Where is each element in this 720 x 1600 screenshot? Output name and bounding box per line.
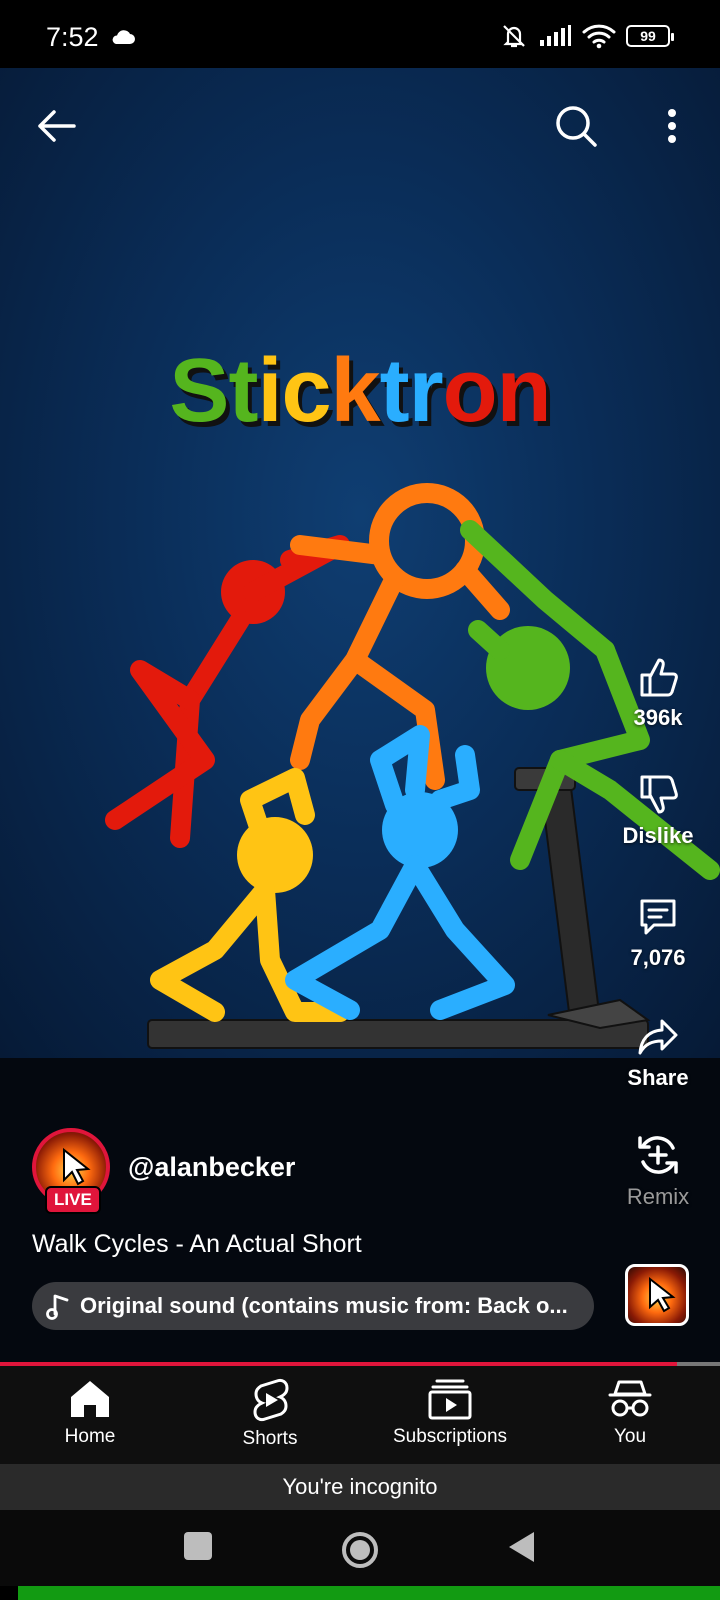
incognito-icon (608, 1380, 652, 1417)
recents-button[interactable] (182, 1530, 214, 1567)
home-system-button[interactable] (340, 1530, 380, 1575)
dislike-button[interactable]: Dislike (610, 773, 706, 849)
channel-avatar[interactable]: LIVE (32, 1128, 110, 1214)
battery-level: 99 (640, 28, 656, 44)
triangle-back-icon (509, 1532, 534, 1562)
nav-you[interactable]: You (540, 1366, 720, 1464)
back-system-button[interactable] (506, 1530, 536, 1569)
video-title[interactable]: Walk Cycles - An Actual Short (32, 1230, 362, 1259)
channel-info: LIVE @alanbecker (32, 1128, 295, 1214)
sound-button[interactable]: Original sound (contains music from: Bac… (32, 1282, 594, 1330)
remix-label: Remix (626, 1184, 690, 1209)
bell-off-icon (503, 25, 525, 48)
gesture-indicator-strip (18, 1586, 720, 1600)
shorts-icon (253, 1378, 289, 1422)
nav-label: Subscriptions (392, 1426, 508, 1447)
status-bar: 7:52 99 (0, 0, 720, 68)
system-navigation-bar (0, 1510, 720, 1586)
thumbs-down-icon (640, 775, 678, 814)
subscriptions-icon (428, 1379, 472, 1420)
like-count: 396k (633, 705, 683, 730)
nav-label: Home (64, 1426, 116, 1447)
square-icon (184, 1532, 212, 1560)
bottom-navigation: Home Shorts Subscriptions You (0, 1366, 720, 1464)
channel-handle[interactable]: @alanbecker (128, 1152, 295, 1183)
sound-text: Original sound (contains music from: Bac… (80, 1293, 568, 1318)
cursor-icon (649, 1276, 676, 1313)
comments-button[interactable]: 7,076 (610, 895, 706, 971)
incognito-banner: You're incognito (0, 1464, 720, 1510)
dislike-label: Dislike (622, 823, 694, 848)
like-button[interactable]: 396k (610, 655, 706, 731)
nav-home[interactable]: Home (0, 1366, 180, 1464)
status-icons: 99 (500, 22, 674, 50)
remix-icon (638, 1136, 678, 1174)
battery-icon: 99 (626, 25, 674, 47)
nav-shorts[interactable]: Shorts (180, 1366, 360, 1464)
nav-subscriptions[interactable]: Subscriptions (360, 1366, 540, 1464)
share-icon (638, 1019, 678, 1055)
live-badge: LIVE (45, 1186, 101, 1214)
status-time: 7:52 (46, 22, 99, 52)
share-label: Share (627, 1065, 689, 1090)
comment-count: 7,076 (630, 945, 686, 970)
home-icon (71, 1381, 109, 1417)
thumbs-up-icon (640, 658, 678, 697)
nav-label: You (613, 1426, 647, 1447)
share-button[interactable]: Share (610, 1015, 706, 1091)
circle-icon (342, 1532, 378, 1568)
cloud-icon (112, 30, 135, 44)
signal-icon (540, 25, 571, 46)
nav-label: Shorts (242, 1428, 298, 1449)
blue-figure (285, 725, 515, 1020)
comment-icon (640, 899, 676, 935)
music-note-icon (46, 1294, 69, 1320)
remix-button[interactable]: Remix (610, 1132, 706, 1210)
sound-thumbnail[interactable] (625, 1264, 689, 1326)
wifi-icon (582, 24, 616, 49)
